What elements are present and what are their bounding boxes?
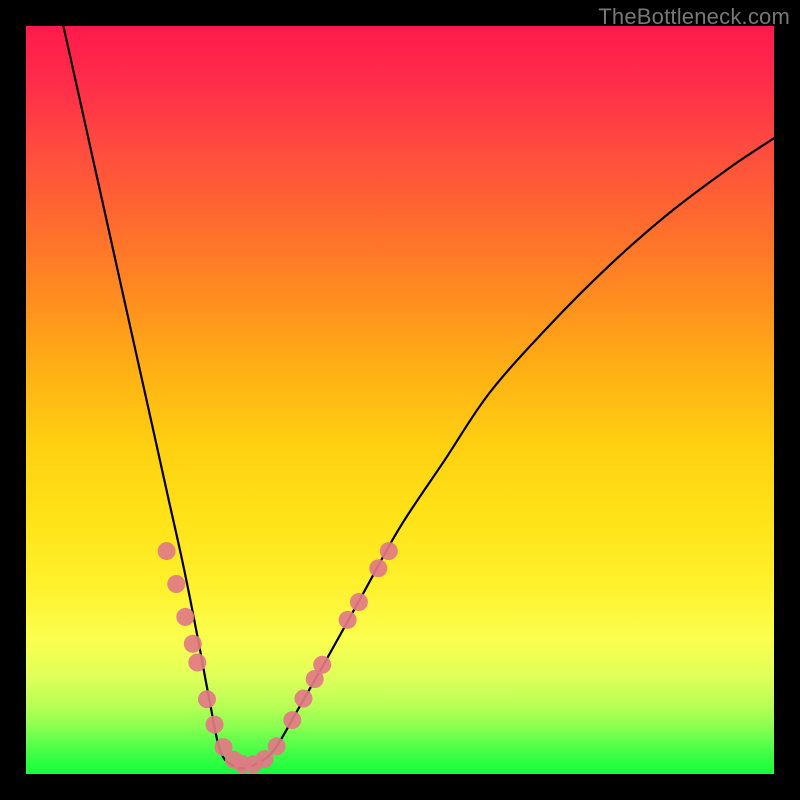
- highlight-dot: [339, 611, 357, 629]
- watermark-text: TheBottleneck.com: [598, 4, 790, 30]
- highlight-dots-group: [158, 542, 398, 773]
- curve-path: [63, 26, 774, 768]
- highlight-dot: [206, 716, 224, 734]
- curve-layer: [26, 26, 774, 774]
- highlight-dot: [188, 654, 206, 672]
- highlight-dot: [176, 608, 194, 626]
- highlight-dot: [380, 542, 398, 560]
- highlight-dot: [369, 559, 387, 577]
- highlight-dot: [283, 711, 301, 729]
- highlight-dot: [350, 593, 368, 611]
- highlight-dot: [184, 635, 202, 653]
- highlight-dot: [198, 690, 216, 708]
- chart-frame: TheBottleneck.com: [0, 0, 800, 800]
- highlight-dot: [268, 737, 286, 755]
- highlight-dot: [295, 690, 313, 708]
- highlight-dot: [158, 542, 176, 560]
- plot-area: [26, 26, 774, 774]
- bottleneck-curve: [63, 26, 774, 768]
- highlight-dot: [313, 656, 331, 674]
- highlight-dot: [167, 575, 185, 593]
